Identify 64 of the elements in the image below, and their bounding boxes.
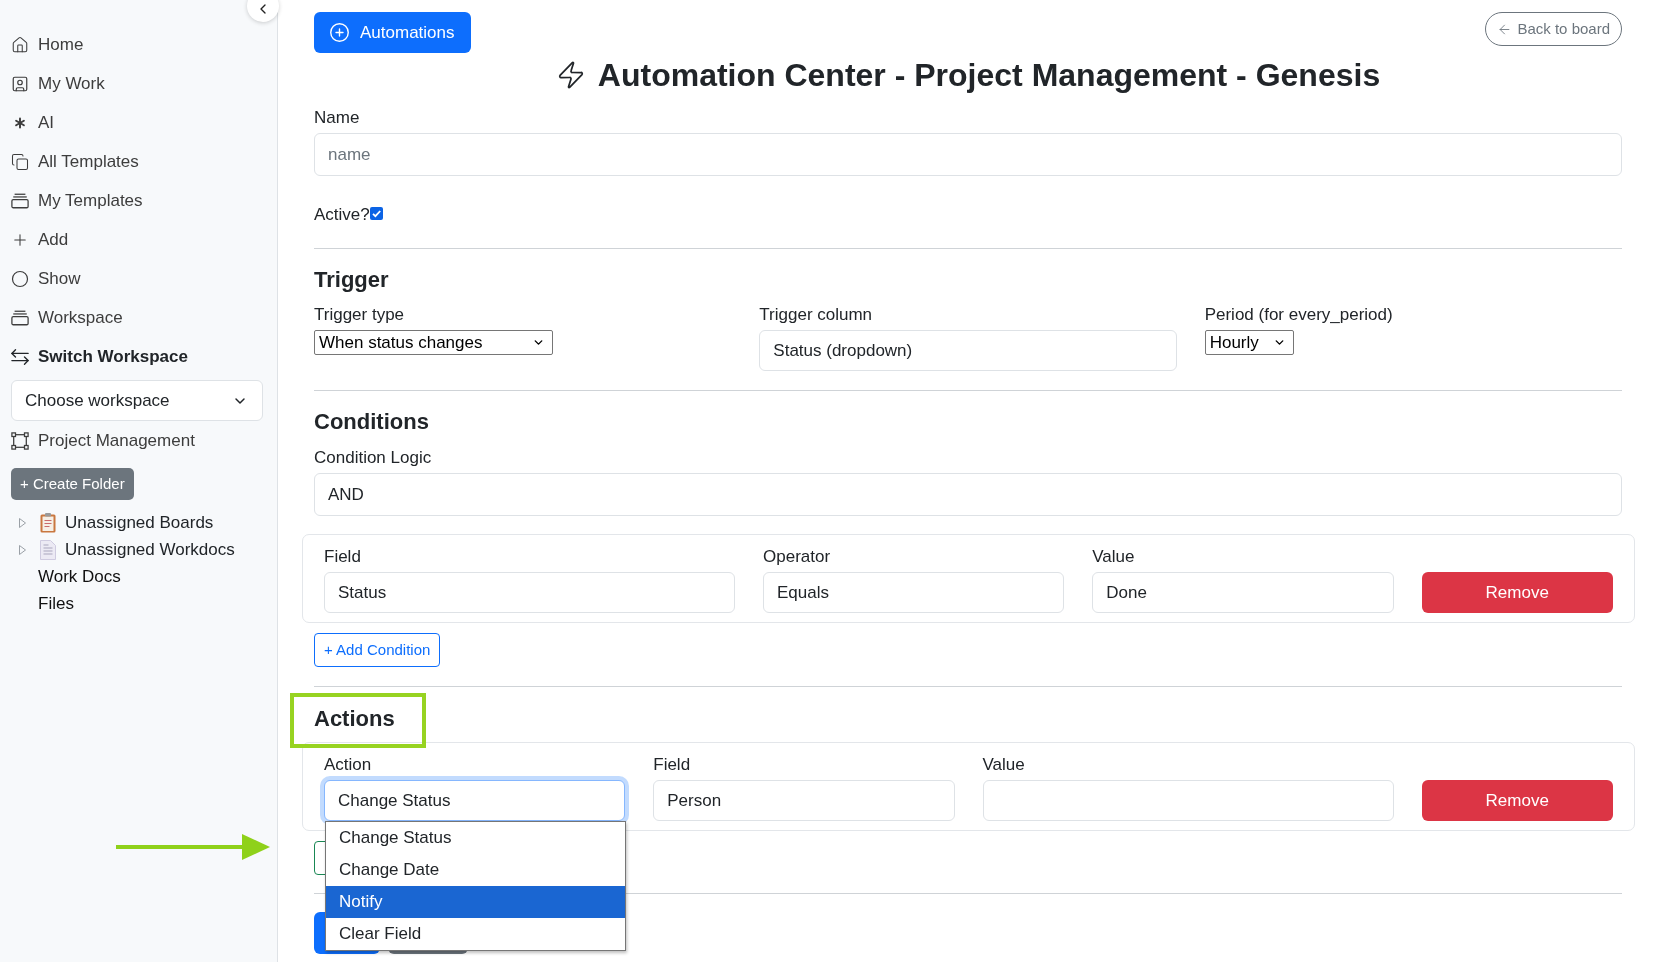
field-label: Value <box>982 754 1025 776</box>
field-label: Condition Logic <box>314 447 432 469</box>
add-condition-button[interactable]: + Add Condition <box>314 633 441 667</box>
dropdown-option[interactable]: Clear Field <box>326 918 625 950</box>
field-label: Name <box>314 107 360 129</box>
remove-button[interactable]: Remove <box>1421 572 1613 613</box>
document-icon <box>40 539 56 560</box>
create-folder-button[interactable]: + Create Folder <box>11 468 134 500</box>
field-label: Trigger column <box>759 304 873 326</box>
workspace-select[interactable]: Choose workspace <box>11 380 263 421</box>
user-square-icon <box>11 74 29 93</box>
tree-item[interactable]: Unassigned Boards <box>0 509 214 536</box>
sidebar-item[interactable]: My Templates <box>0 181 143 220</box>
dropdown-option[interactable]: Change Status <box>326 822 625 854</box>
input-field[interactable]: Equals <box>763 572 1065 613</box>
field-label: Action <box>324 754 372 776</box>
dropdown-option[interactable]: Notify <box>326 886 625 918</box>
select-dropdown[interactable]: Hourly <box>1204 330 1294 355</box>
section-heading: Actions <box>314 705 395 733</box>
page-title: Automation Center - Project Management - Genesis <box>597 56 1381 95</box>
clipboard-icon <box>40 512 56 533</box>
sidebar-item[interactable]: Workspace <box>0 298 123 337</box>
tree-item[interactable]: Files <box>0 590 74 617</box>
section-heading: Trigger <box>314 266 389 294</box>
input-field[interactable]: Status <box>324 572 735 613</box>
swap-arrows-icon <box>11 347 29 366</box>
sidebar-item[interactable]: AI <box>0 103 55 142</box>
field-label: Field <box>324 546 361 568</box>
copy-icon <box>11 152 29 171</box>
frame-icon <box>11 431 29 450</box>
input-field[interactable]: AND <box>314 473 1622 516</box>
checkbox-label: Active? <box>314 204 370 226</box>
pointer-arrow-icon <box>116 834 270 860</box>
sidebar-item[interactable]: My Work <box>0 64 105 103</box>
sidebar-item[interactable]: Home <box>0 25 84 64</box>
sidebar-heading[interactable]: Switch Workspace <box>0 337 188 376</box>
remove-button[interactable]: Remove <box>1421 780 1613 821</box>
plus-circle-icon <box>329 22 350 43</box>
circle-icon <box>11 269 29 288</box>
dropdown-option[interactable]: Change Date <box>326 854 625 886</box>
field-label: Period (for every_period) <box>1204 304 1393 326</box>
field-label: Trigger type <box>314 304 405 326</box>
sidebar-item[interactable]: Project Management <box>0 421 195 460</box>
name-field[interactable]: name <box>314 133 1622 176</box>
tray-icon <box>11 308 29 327</box>
input-field[interactable]: Done <box>1092 572 1394 613</box>
section-heading: Conditions <box>314 408 429 436</box>
select-dropdown[interactable]: When status changes <box>314 330 553 355</box>
sidebar-item[interactable]: All Templates <box>0 142 139 181</box>
tray-icon <box>11 191 29 210</box>
sidebar-item[interactable]: Show <box>0 259 81 298</box>
sidebar-item[interactable]: Add <box>0 220 69 259</box>
input-field[interactable]: Person <box>653 780 955 821</box>
field-label: Field <box>653 754 691 776</box>
input-field[interactable]: Status (dropdown) <box>759 330 1177 371</box>
checkbox[interactable] <box>369 206 383 220</box>
automations-button[interactable]: Automations <box>314 12 471 53</box>
home-icon <box>11 35 29 54</box>
input-field[interactable] <box>982 780 1394 821</box>
field-label: Value <box>1092 546 1135 568</box>
select-dropdown[interactable]: Change Status <box>324 780 626 821</box>
tree-item[interactable]: Unassigned Workdocs <box>0 536 235 563</box>
tree-item[interactable]: Work Docs <box>0 563 121 590</box>
field-label: Operator <box>763 546 831 568</box>
